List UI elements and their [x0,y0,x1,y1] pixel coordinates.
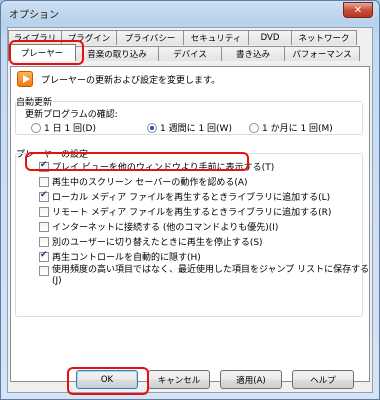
setting-jump-list-recent-label-cont: (J) [52,276,62,286]
tab-rip-music[interactable]: 音楽の取り込み [75,46,159,61]
radio-weekly-indicator[interactable] [147,122,157,133]
radio-monthly-label: 1 か月に 1 回(M) [262,124,333,134]
checkbox-connect-internet[interactable] [39,221,49,232]
apply-button[interactable]: 適用(A) [220,370,282,389]
checkbox-add-remote-files[interactable] [39,206,49,217]
update-check-label: 更新プログラムの確認: [25,110,118,120]
setting-allow-screensaver-label: 再生中のスクリーン セーバーの動作を認める(A) [52,178,248,188]
checkbox-stop-on-user-switch[interactable] [39,236,49,247]
tab-performance[interactable]: パフォーマンス [284,46,360,61]
tab-library[interactable]: ライブラリ [8,30,62,45]
close-button[interactable]: ✕ [343,2,373,18]
setting-play-view-on-top[interactable]: プレイ ビューを他のウィンドウより手前に表示する(T) [39,160,274,173]
close-icon: ✕ [353,4,363,16]
tab-player[interactable]: プレーヤー [8,44,76,61]
radio-daily-label: 1 日 1 回(D) [44,124,96,134]
setting-autohide-controls[interactable]: 再生コントロールを自動的に隠す(H) [39,250,201,263]
setting-connect-internet[interactable]: インターネットに接続する (他のコマンドよりも優先)(I) [39,220,278,233]
setting-play-view-on-top-label: プレイ ビューを他のウィンドウより手前に表示する(T) [52,163,275,173]
ok-button[interactable]: OK [76,370,138,389]
setting-jump-list-recent-label: 使用頻度の高い項目ではなく、最近使用した項目をジャンプ リストに保存する [52,265,370,275]
media-player-icon [17,71,33,87]
radio-daily[interactable]: 1 日 1 回(D) [31,121,96,134]
options-window: オプション ✕ ライブラリ プラグイン プライバシー セキュリティ DVD ネッ… [0,0,380,400]
radio-weekly[interactable]: 1 週間に 1 回(W) [147,121,232,134]
checkbox-allow-screensaver[interactable] [39,176,49,187]
tab-devices[interactable]: デバイス [158,46,222,61]
dialog-body: ライブラリ プラグイン プライバシー セキュリティ DVD ネットワーク プレー… [7,27,373,393]
radio-weekly-label: 1 週間に 1 回(W) [160,124,232,134]
tab-network[interactable]: ネットワーク [291,30,357,45]
player-tab-panel: プレーヤーの更新および設定を変更します。 自動更新 更新プログラムの確認: 1 … [10,66,370,382]
setting-autohide-controls-label: 再生コントロールを自動的に隠す(H) [52,253,201,263]
setting-stop-on-user-switch-label: 別のユーザーに切り替えたときに再生を停止する(S) [52,238,263,248]
tab-row-2: プレーヤー 音楽の取り込み デバイス 書き込み パフォーマンス [8,44,360,61]
radio-monthly[interactable]: 1 か月に 1 回(M) [249,121,333,134]
setting-allow-screensaver[interactable]: 再生中のスクリーン セーバーの動作を認める(A) [39,175,248,188]
tab-privacy[interactable]: プライバシー [116,30,184,45]
setting-add-local-files-label: ローカル メディア ファイルを再生するときライブラリに追加する(L) [52,193,331,203]
radio-daily-indicator[interactable] [31,122,41,133]
help-button[interactable]: ヘルプ [292,370,354,389]
tab-row-1: ライブラリ プラグイン プライバシー セキュリティ DVD ネットワーク [8,30,357,45]
checkbox-autohide-controls[interactable] [39,250,49,262]
checkbox-add-local-files[interactable] [39,190,49,202]
setting-connect-internet-label: インターネットに接続する (他のコマンドよりも優先)(I) [52,223,279,233]
setting-stop-on-user-switch[interactable]: 別のユーザーに切り替えたときに再生を停止する(S) [39,235,263,248]
radio-monthly-indicator[interactable] [249,122,259,133]
tab-security[interactable]: セキュリティ [183,30,249,45]
tab-burn[interactable]: 書き込み [221,46,285,61]
checkbox-jump-list-recent[interactable] [39,266,49,276]
tab-plugins[interactable]: プラグイン [61,30,117,45]
checkbox-play-view-on-top[interactable] [39,160,49,172]
setting-jump-list-recent[interactable]: 使用頻度の高い項目ではなく、最近使用した項目をジャンプ リストに保存する (J) [39,265,369,287]
setting-add-local-files[interactable]: ローカル メディア ファイルを再生するときライブラリに追加する(L) [39,190,330,203]
tab-dvd[interactable]: DVD [248,30,292,45]
setting-add-remote-files[interactable]: リモート メディア ファイルを再生するときライブラリに追加する(R) [39,205,331,218]
cancel-button[interactable]: キャンセル [148,370,210,389]
setting-add-remote-files-label: リモート メディア ファイルを再生するときライブラリに追加する(R) [52,208,332,218]
panel-description: プレーヤーの更新および設定を変更します。 [41,76,221,86]
window-title: オプション [9,10,59,21]
